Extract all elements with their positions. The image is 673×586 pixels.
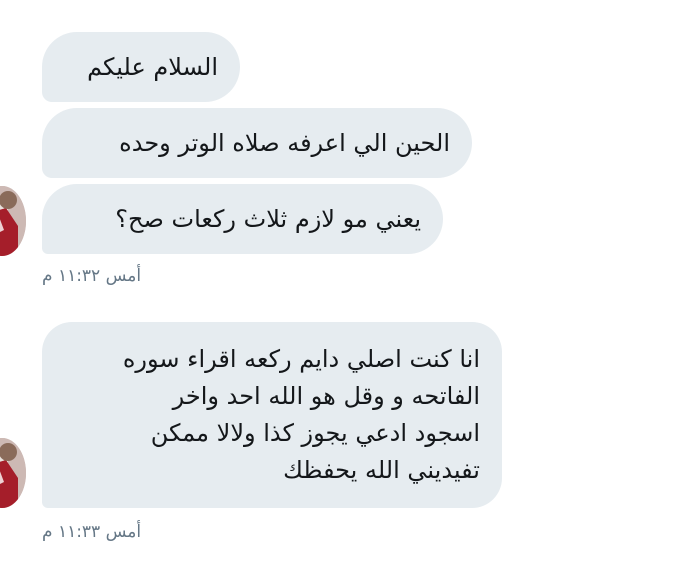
message-line: اسجود ادعي يجوز كذا ولالا ممكن <box>150 419 480 447</box>
chat-thread: السلام عليكم الحين الي اعرفه صلاه الوتر … <box>0 0 673 586</box>
message-timestamp: أمس ١١:٣٢ م <box>42 266 142 286</box>
message-line: انا كنت اصلي دايم ركعه اقراء سوره <box>122 345 480 373</box>
message-bubble[interactable]: الحين الي اعرفه صلاه الوتر وحده <box>42 108 472 178</box>
message-line: الفاتحه و وقل هو الله احد واخر <box>172 382 480 410</box>
message-bubble[interactable]: السلام عليكم <box>42 32 240 102</box>
avatar[interactable] <box>0 186 26 256</box>
message-timestamp: أمس ١١:٣٣ م <box>42 522 142 542</box>
message-bubble[interactable]: يعني مو لازم ثلاث ركعات صح؟ <box>42 184 443 254</box>
avatar[interactable] <box>0 438 26 508</box>
avatar-image <box>0 186 26 256</box>
message-line: تفيديني الله يحفظك <box>283 456 480 484</box>
avatar-image <box>0 438 26 508</box>
message-bubble[interactable]: انا كنت اصلي دايم ركعه اقراء سوره الفاتح… <box>42 322 502 508</box>
